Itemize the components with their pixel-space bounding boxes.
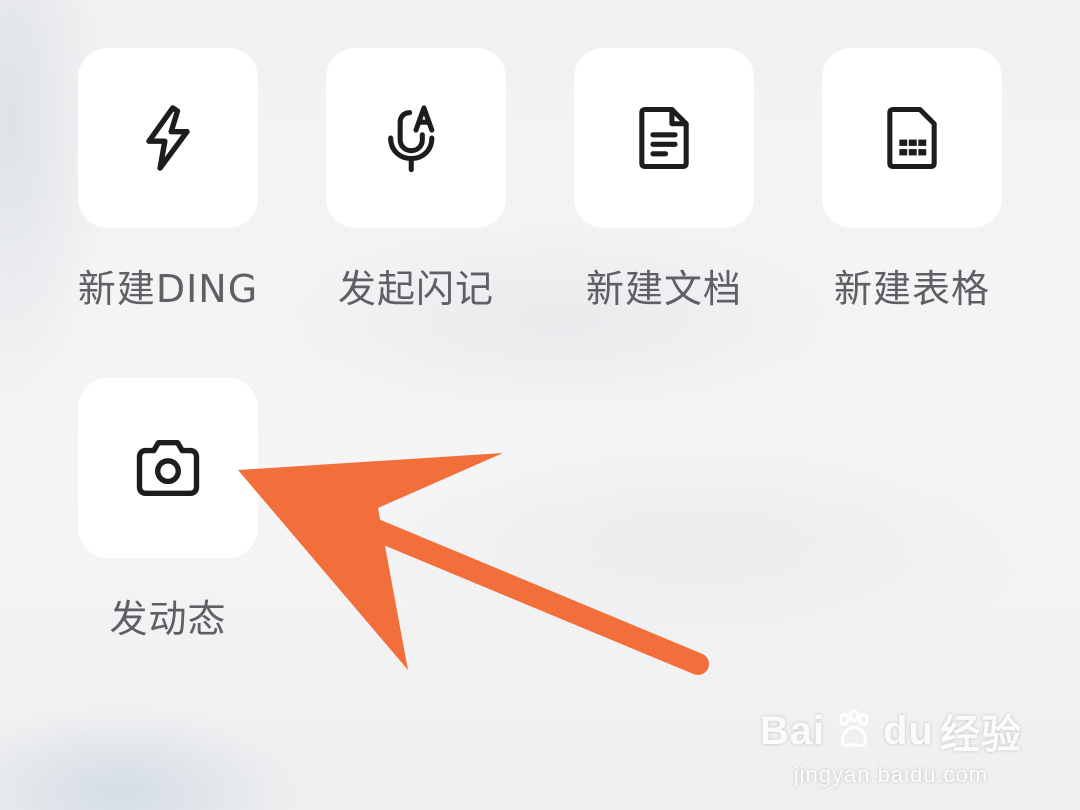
- flash-note-tile[interactable]: [326, 48, 506, 228]
- new-spreadsheet-tile[interactable]: [822, 48, 1002, 228]
- new-spreadsheet-button[interactable]: 新建表格: [822, 48, 1002, 313]
- watermark-logo-cn: 经验: [940, 713, 1022, 757]
- camera-icon: [136, 439, 200, 497]
- flash-note-label: 发起闪记: [337, 267, 494, 311]
- post-moment-label: 发动态: [109, 597, 227, 641]
- flash-note-button[interactable]: 发起闪记: [326, 48, 506, 313]
- baidu-jingyan-watermark: Bai du 经验 jingyan.baidu.com: [760, 702, 1022, 788]
- post-moment-tile[interactable]: [78, 378, 258, 558]
- paw-icon: [839, 709, 869, 747]
- watermark-logo: Bai du 经验: [760, 702, 1022, 760]
- spreadsheet-icon: [887, 106, 937, 170]
- quick-action-grid: 新建DING 发起闪记 新建文档 新建表格 发动态: [0, 0, 1080, 810]
- document-icon: [639, 106, 689, 170]
- new-ding-button[interactable]: 新建DING: [78, 48, 258, 313]
- post-moment-button[interactable]: 发动态: [78, 378, 258, 643]
- new-ding-label: 新建DING: [77, 267, 259, 311]
- watermark-logo-suffix: du: [883, 708, 934, 753]
- microphone-a-icon: [388, 105, 435, 173]
- new-document-tile[interactable]: [574, 48, 754, 228]
- new-document-label: 新建文档: [585, 267, 742, 311]
- watermark-url: jingyan.baidu.com: [793, 762, 989, 787]
- watermark-logo-text: Bai: [759, 708, 826, 753]
- lightning-icon: [146, 105, 190, 171]
- new-ding-tile[interactable]: [78, 48, 258, 228]
- new-spreadsheet-label: 新建表格: [833, 267, 990, 311]
- new-document-button[interactable]: 新建文档: [574, 48, 754, 313]
